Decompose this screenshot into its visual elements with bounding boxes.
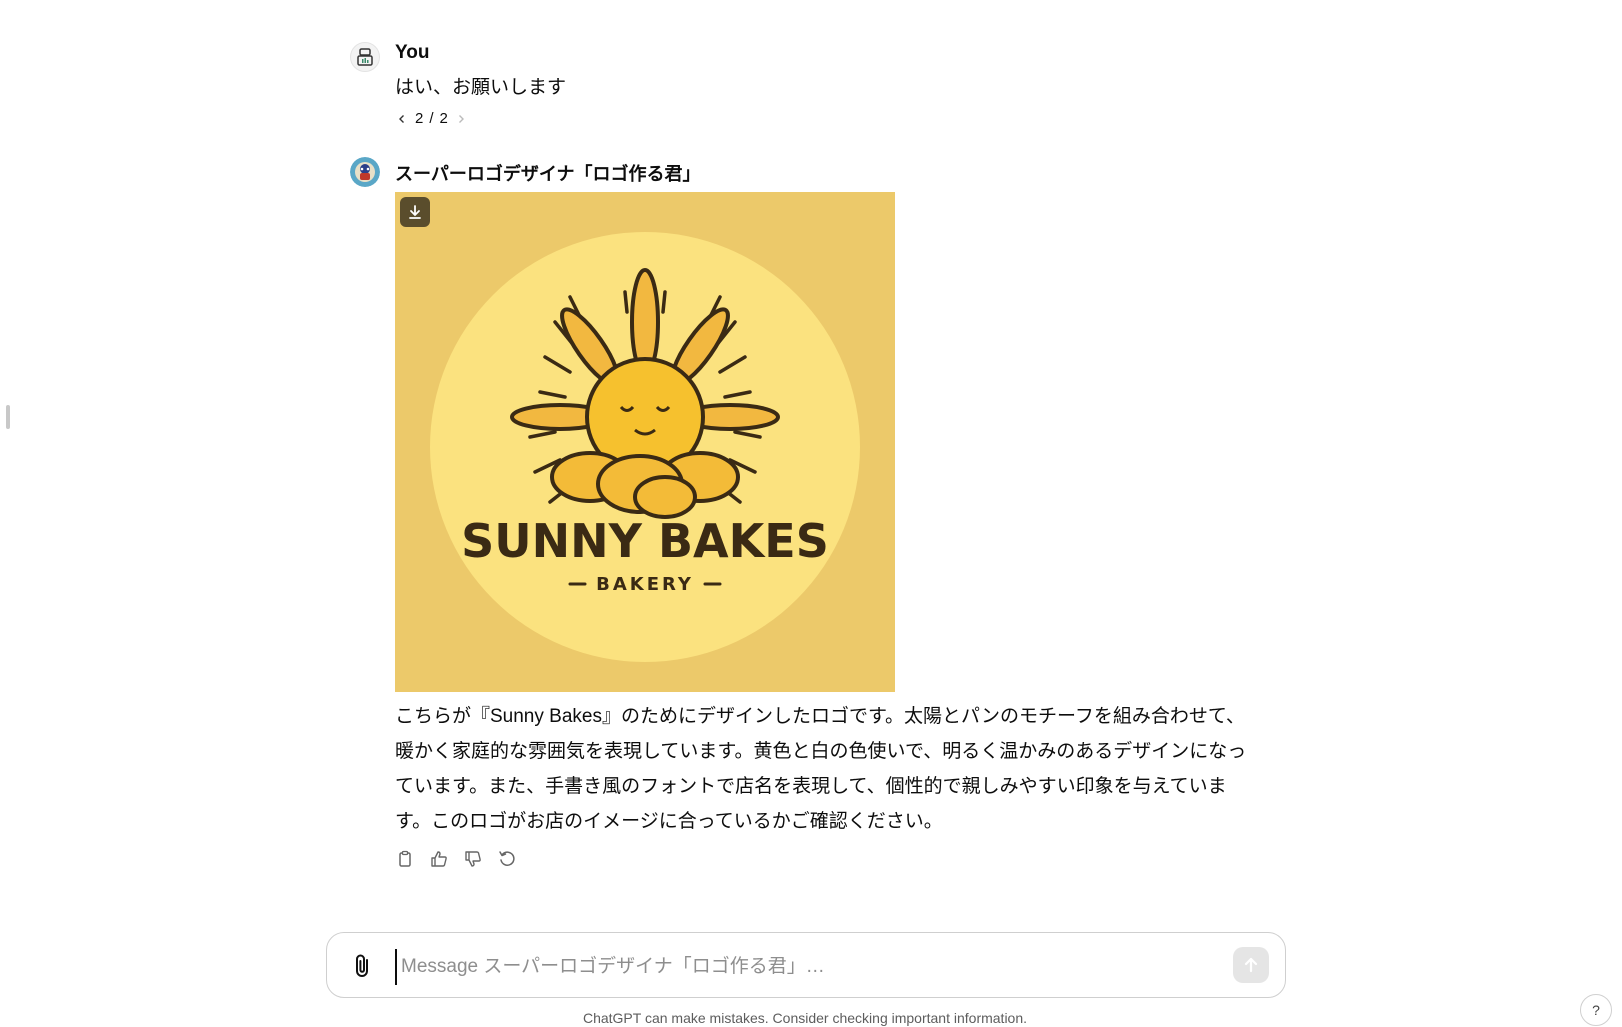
pager-separator: /: [429, 110, 434, 127]
copy-icon[interactable]: [395, 849, 415, 869]
download-button[interactable]: [400, 197, 430, 227]
user-message-text: はい、お願いします: [395, 77, 567, 98]
assistant-avatar: [350, 157, 380, 187]
sunny-bakes-logo: SUNNY BAKES BAKERY: [395, 192, 895, 692]
logo-title: SUNNY BAKES: [461, 514, 829, 568]
arrow-up-icon: [1244, 957, 1258, 973]
chevron-right-icon[interactable]: [454, 112, 468, 126]
regenerate-icon[interactable]: [497, 849, 517, 869]
generated-logo-image[interactable]: SUNNY BAKES BAKERY: [395, 192, 895, 692]
pager-current: 2: [415, 110, 424, 127]
user-author-name: You: [395, 42, 430, 63]
help-button[interactable]: ?: [1580, 994, 1612, 1026]
response-pager: 2 / 2: [395, 110, 468, 127]
disclaimer-text: ChatGPT can make mistakes. Consider chec…: [582, 1010, 1028, 1026]
pager-total: 2: [439, 110, 448, 127]
logo-subtitle: BAKERY: [596, 574, 694, 595]
message-composer: [326, 932, 1286, 998]
user-avatar: [350, 42, 380, 72]
sidebar-resize-handle[interactable]: [6, 405, 10, 429]
thumbs-down-icon[interactable]: [463, 849, 483, 869]
assistant-message-text: こちらが『Sunny Bakes』のためにデザインしたロゴです。太陽とパンのモチ…: [395, 706, 1247, 832]
download-icon: [409, 205, 421, 219]
send-button[interactable]: [1233, 947, 1269, 983]
assistant-author-name: スーパーロゴデザイナ「ロゴ作る君」: [395, 164, 701, 184]
message-input[interactable]: [395, 949, 1203, 985]
message-actions: [395, 849, 517, 869]
thumbs-up-icon[interactable]: [429, 849, 449, 869]
paperclip-icon: [356, 954, 368, 977]
chevron-left-icon[interactable]: [395, 112, 409, 126]
robot-icon: [357, 48, 373, 66]
attach-button[interactable]: [349, 952, 377, 980]
